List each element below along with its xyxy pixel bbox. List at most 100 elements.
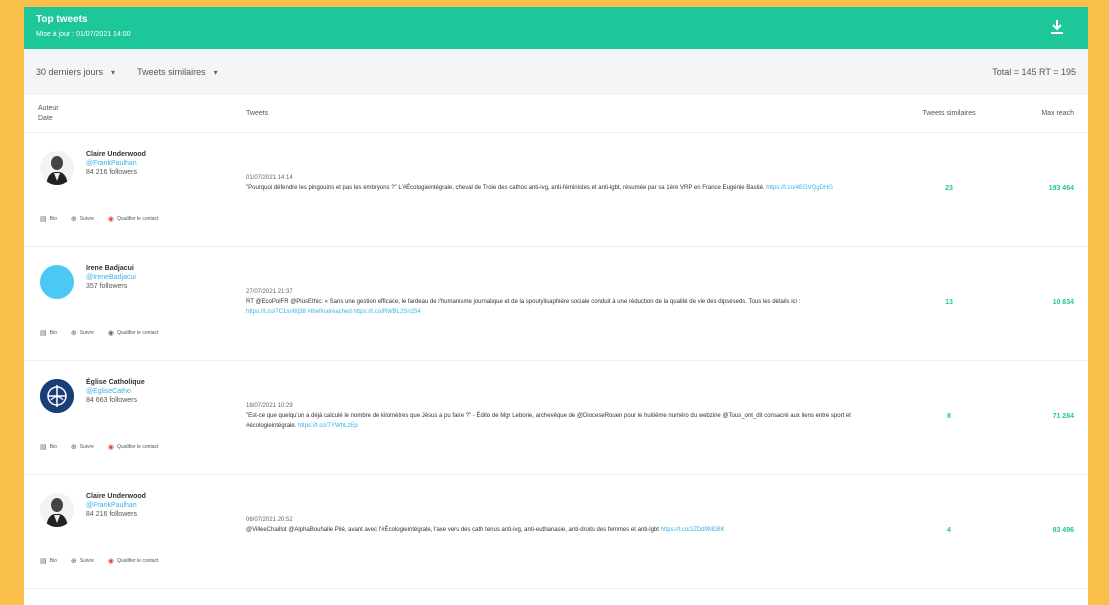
document-icon: ▤ <box>40 330 47 337</box>
author-cell: Église Catholique @EgliseCatho 84 663 fo… <box>38 361 246 474</box>
qualify-contact-button[interactable]: ◉ Qualifier le contact <box>108 443 159 451</box>
tweet-link[interactable]: https://t.co/TYWhLzEp <box>298 423 358 429</box>
author-followers: 84 216 followers <box>86 511 137 518</box>
tweet-text: "Est-ce que quelqu'un a déjà calculé le … <box>246 411 854 431</box>
author-name: Irene Badjacui <box>86 265 134 272</box>
filter-bar: 30 derniers jours ▾ Tweets similaires ▾ … <box>24 49 1088 95</box>
bio-button[interactable]: ▤ Bio <box>40 443 57 451</box>
bio-button-label: Bio <box>49 216 57 222</box>
avatar[interactable] <box>40 379 74 413</box>
column-header-date-label: Date <box>38 114 53 122</box>
tweet-cell: 18/07/2021 10:29 "Est-ce que quelqu'un a… <box>246 361 894 474</box>
column-header-reach[interactable]: Max reach <box>1004 110 1074 117</box>
bio-button[interactable]: ▤ Bio <box>40 329 57 337</box>
max-reach: 93 496 <box>1052 527 1074 534</box>
author-cell: Claire Underwood @FrankPaulhan 84 216 fo… <box>38 475 246 588</box>
qualify-icon: ◉ <box>107 444 115 451</box>
qualify-contact-button[interactable]: ◉ Qualifier le contact <box>108 329 159 337</box>
top-tweets-card: Top tweets Mise à jour : 01/07/2021 14:0… <box>24 7 1088 605</box>
author-cell: Claire Underwood @FrankPaulhan 84 216 fo… <box>38 133 246 246</box>
column-header-tweets[interactable]: Tweets <box>246 110 894 117</box>
author-name: Claire Underwood <box>86 493 146 500</box>
document-icon: ▤ <box>40 216 47 223</box>
bio-button[interactable]: ▤ Bio <box>40 215 57 223</box>
tweet-link[interactable]: https://t.co/2ZDd9MD8K <box>661 527 725 533</box>
author-actions: ▤ Bio ⊕ Suivre ◉ Qualifier le contact <box>40 215 172 223</box>
similar-count[interactable]: 8 <box>894 361 1004 474</box>
qualify-contact-label: Qualifier le contact <box>117 558 159 564</box>
period-dropdown[interactable]: 30 derniers jours ▾ <box>36 67 115 77</box>
author-name: Église Catholique <box>86 379 145 386</box>
author-handle-link[interactable]: @FrankPaulhan <box>86 502 246 509</box>
tweet-type-dropdown[interactable]: Tweets similaires ▾ <box>137 67 218 77</box>
header-bar: Top tweets Mise à jour : 01/07/2021 14:0… <box>24 7 1088 49</box>
follow-icon: ⊕ <box>70 444 77 451</box>
follow-button[interactable]: ⊕ Suivre <box>71 215 94 223</box>
table-header: Auteur Date Tweets Tweets similaires Max… <box>24 95 1088 133</box>
max-reach: 71 284 <box>1052 413 1074 420</box>
follow-button-label: Suivre <box>79 216 94 222</box>
tweet-date: 06/07/2021 20:52 <box>246 517 293 523</box>
author-followers: 84 216 followers <box>86 169 137 176</box>
author-followers: 357 followers <box>86 283 128 290</box>
tweet-date: 18/07/2021 10:29 <box>246 403 293 409</box>
bio-button-label: Bio <box>49 444 57 450</box>
qualify-icon: ◉ <box>107 558 115 565</box>
download-icon[interactable] <box>1050 19 1064 35</box>
tweet-text: "Pourquoi défendre les pingouins et pas … <box>246 183 854 193</box>
similar-count[interactable]: 4 <box>894 475 1004 588</box>
table-row: Église Catholique @EgliseCatho 84 663 fo… <box>24 361 1088 475</box>
church-logo-icon <box>40 379 74 413</box>
table-row: Claire Underwood @FrankPaulhan 84 216 fo… <box>24 133 1088 247</box>
tweet-date: 27/07/2021 21:37 <box>246 289 293 295</box>
qualify-icon: ◉ <box>107 330 115 337</box>
avatar[interactable] <box>40 151 74 185</box>
follow-icon: ⊕ <box>70 558 77 565</box>
tweet-text: RT @EcoPolFR @PlusEthic: « Sans une gest… <box>246 297 854 317</box>
chevron-down-icon: ▾ <box>111 67 116 77</box>
similar-count[interactable]: 23 <box>894 133 1004 246</box>
follow-button[interactable]: ⊕ Suivre <box>71 557 94 565</box>
person-avatar-icon <box>40 493 74 527</box>
tweet-date: 01/07/2021 14:14 <box>246 175 293 181</box>
tweet-link[interactable]: https://t.co/7C1sn6Ij38 #thefinalreached… <box>246 309 421 315</box>
tweet-body: RT @EcoPolFR @PlusEthic: « Sans une gest… <box>246 299 801 305</box>
person-avatar-icon <box>40 151 74 185</box>
qualify-icon: ◉ <box>107 216 115 223</box>
author-cell: Irene Badjacui @IreneBadjacui 357 follow… <box>38 247 246 360</box>
author-actions: ▤ Bio ⊕ Suivre ◉ Qualifier le contact <box>40 557 172 565</box>
column-header-similar[interactable]: Tweets similaires <box>894 110 1004 117</box>
follow-button[interactable]: ⊕ Suivre <box>71 329 94 337</box>
author-followers: 84 663 followers <box>86 397 137 404</box>
follow-icon: ⊕ <box>70 330 77 337</box>
qualify-contact-label: Qualifier le contact <box>117 444 159 450</box>
follow-button-label: Suivre <box>79 330 94 336</box>
period-dropdown-label: 30 derniers jours <box>36 67 104 77</box>
page-title: Top tweets <box>36 14 88 25</box>
author-handle-link[interactable]: @EgliseCatho <box>86 388 246 395</box>
qualify-contact-button[interactable]: ◉ Qualifier le contact <box>108 557 159 565</box>
author-handle-link[interactable]: @IreneBadjacui <box>86 274 246 281</box>
author-name: Claire Underwood <box>86 151 146 158</box>
tweet-body: "Pourquoi défendre les pingouins et pas … <box>246 185 765 191</box>
avatar[interactable] <box>40 493 74 527</box>
follow-button-label: Suivre <box>79 558 94 564</box>
max-reach: 10 834 <box>1052 299 1074 306</box>
similar-count[interactable]: 13 <box>894 247 1004 360</box>
bio-button-label: Bio <box>49 330 57 336</box>
qualify-contact-label: Qualifier le contact <box>117 216 159 222</box>
chevron-down-icon: ▾ <box>213 67 218 77</box>
tweet-link[interactable]: https://t.co/4EGVQgDHG <box>766 185 833 191</box>
table-row: Irene Badjacui @IreneBadjacui 357 follow… <box>24 247 1088 361</box>
author-handle-link[interactable]: @FrankPaulhan <box>86 160 246 167</box>
column-header-author[interactable]: Auteur Date <box>38 104 246 124</box>
avatar[interactable] <box>40 265 74 299</box>
column-header-author-label: Auteur <box>38 104 59 112</box>
tweet-type-dropdown-label: Tweets similaires <box>137 67 206 77</box>
bio-button-label: Bio <box>49 558 57 564</box>
follow-button[interactable]: ⊕ Suivre <box>71 443 94 451</box>
qualify-contact-button[interactable]: ◉ Qualifier le contact <box>108 215 159 223</box>
tweet-body: @VilleeChaillot @AlphaBouhalle Pilé, ava… <box>246 527 661 533</box>
bio-button[interactable]: ▤ Bio <box>40 557 57 565</box>
tweets-table: Claire Underwood @FrankPaulhan 84 216 fo… <box>24 133 1088 589</box>
